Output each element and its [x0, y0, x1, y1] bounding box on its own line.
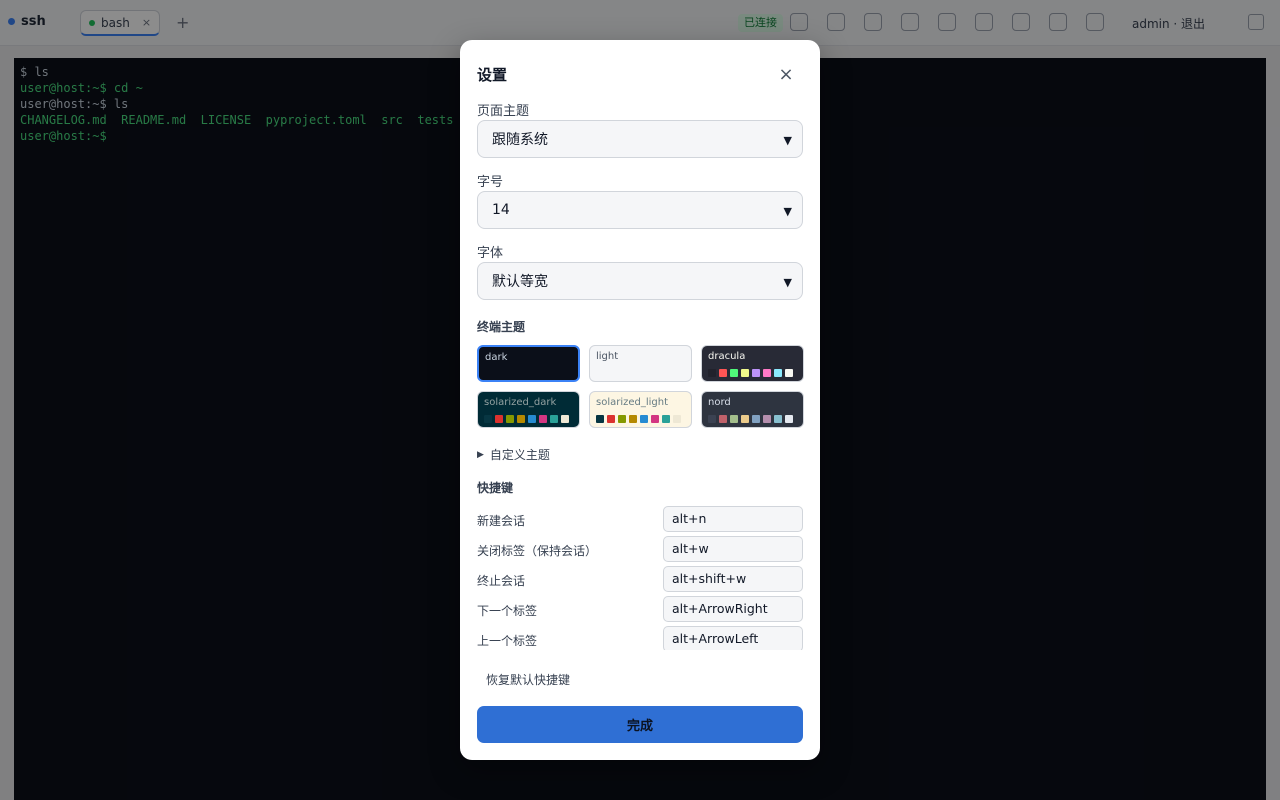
theme-swatches — [708, 369, 793, 377]
dialog-title: 设置 — [477, 66, 508, 84]
theme-grid: dark light dracula solarized_dark solarized_… — [477, 345, 804, 428]
color-swatch — [662, 415, 670, 423]
settings-dialog: 设置 × 页面主题 跟随系统 ▼ 字号 14 ▼ 字体 默认等宽 ▼ 终端主题 … — [460, 40, 820, 760]
color-swatch — [495, 415, 503, 423]
reset-shortcuts-button[interactable]: 恢复默认快捷键 — [486, 671, 570, 688]
shortcut-row: 新建会话 alt+n — [477, 506, 803, 532]
color-swatch — [550, 415, 558, 423]
close-button[interactable]: × — [774, 62, 798, 86]
chevron-down-icon: ▼ — [783, 205, 792, 218]
theme-name: nord — [708, 397, 731, 408]
chevron-down-icon: ▼ — [783, 276, 792, 289]
font-size-label: 字号 — [477, 175, 504, 190]
color-swatch — [528, 415, 536, 423]
color-swatch — [719, 415, 727, 423]
theme-swatches — [708, 415, 793, 423]
color-swatch — [774, 415, 782, 423]
shortcut-row: 上一个标签 alt+ArrowLeft — [477, 626, 803, 650]
theme-swatches — [484, 415, 569, 423]
font-family-select[interactable]: 默认等宽 ▼ — [477, 262, 803, 300]
terminal-theme-title: 终端主题 — [477, 320, 526, 334]
font-size-select[interactable]: 14 ▼ — [477, 191, 803, 229]
color-swatch — [618, 415, 626, 423]
done-button[interactable]: 完成 — [477, 706, 803, 743]
theme-card-solarized-light[interactable]: solarized_light — [589, 391, 692, 428]
theme-card-dracula[interactable]: dracula — [701, 345, 804, 382]
theme-card-dark[interactable]: dark — [477, 345, 580, 382]
color-swatch — [741, 415, 749, 423]
shortcut-input[interactable]: alt+ArrowRight — [663, 596, 803, 622]
color-swatch — [607, 415, 615, 423]
color-swatch — [752, 415, 760, 423]
theme-card-solarized-dark[interactable]: solarized_dark — [477, 391, 580, 428]
color-swatch — [774, 369, 782, 377]
theme-name: light — [596, 351, 619, 362]
shortcut-input[interactable]: alt+w — [663, 536, 803, 562]
color-swatch — [763, 415, 771, 423]
color-swatch — [741, 369, 749, 377]
color-swatch — [785, 415, 793, 423]
shortcut-input[interactable]: alt+ArrowLeft — [663, 626, 803, 650]
theme-card-nord[interactable]: nord — [701, 391, 804, 428]
color-swatch — [640, 415, 648, 423]
color-swatch — [596, 415, 604, 423]
color-swatch — [719, 369, 727, 377]
color-swatch — [539, 415, 547, 423]
custom-theme-label: 自定义主题 — [489, 448, 550, 462]
color-swatch — [785, 369, 793, 377]
theme-name: dracula — [708, 351, 746, 362]
page-theme-value: 跟随系统 — [492, 132, 548, 148]
theme-name: dark — [485, 352, 508, 363]
font-family-label: 字体 — [477, 246, 504, 261]
shortcut-label: 关闭标签（保持会话） — [477, 544, 598, 558]
color-swatch — [730, 415, 738, 423]
page-theme-label: 页面主题 — [477, 104, 530, 119]
color-swatch — [763, 369, 771, 377]
chevron-down-icon: ▼ — [783, 134, 792, 147]
font-family-value: 默认等宽 — [492, 274, 548, 290]
color-swatch — [752, 369, 760, 377]
color-swatch — [629, 415, 637, 423]
theme-card-light[interactable]: light — [589, 345, 692, 382]
color-swatch — [651, 415, 659, 423]
shortcut-row: 关闭标签（保持会话） alt+w — [477, 536, 803, 562]
shortcut-label: 下一个标签 — [477, 604, 538, 618]
color-swatch — [506, 415, 514, 423]
color-swatch — [708, 415, 716, 423]
color-swatch — [673, 415, 681, 423]
color-swatch — [484, 415, 492, 423]
shortcut-row: 终止会话 alt+shift+w — [477, 566, 803, 592]
custom-theme-toggle[interactable]: ▶ 自定义主题 — [477, 446, 550, 463]
shortcut-row: 下一个标签 alt+ArrowRight — [477, 596, 803, 622]
shortcut-label: 新建会话 — [477, 514, 526, 528]
color-swatch — [561, 415, 569, 423]
shortcut-list[interactable]: 新建会话 alt+n 关闭标签（保持会话） alt+w 终止会话 alt+shi… — [460, 506, 820, 650]
color-swatch — [708, 369, 716, 377]
shortcut-input[interactable]: alt+shift+w — [663, 566, 803, 592]
theme-swatches — [596, 415, 681, 423]
shortcut-label: 上一个标签 — [477, 634, 538, 648]
color-swatch — [730, 369, 738, 377]
shortcuts-title: 快捷键 — [477, 481, 514, 495]
color-swatch — [517, 415, 525, 423]
font-size-value: 14 — [492, 202, 510, 218]
page-theme-select[interactable]: 跟随系统 ▼ — [477, 120, 803, 158]
shortcut-label: 终止会话 — [477, 574, 526, 588]
shortcut-input[interactable]: alt+n — [663, 506, 803, 532]
triangle-right-icon: ▶ — [477, 449, 484, 460]
theme-name: solarized_light — [596, 397, 669, 408]
theme-name: solarized_dark — [484, 397, 557, 408]
close-icon: × — [778, 63, 794, 85]
